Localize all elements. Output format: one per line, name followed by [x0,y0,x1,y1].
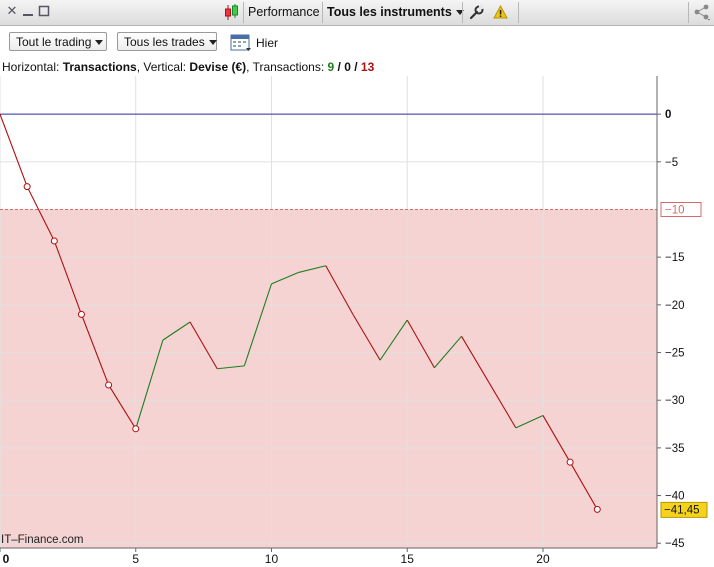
x-tick-label: 0 [3,552,10,566]
y-tick-label: −15 [665,252,685,264]
y-tick-label: −40 [665,491,685,503]
series-segment [0,113,28,187]
data-point [566,458,574,466]
data-point [105,381,113,389]
watermark: IT–Finance.com [1,534,84,546]
y-tick-label: −20 [665,300,685,312]
equity-chart: 0 −5 −15 −20 −25 −30 −35 −40 −45 −10 −41,45 0 5 10 15 2… [0,76,708,566]
data-point [50,237,58,245]
data-point [593,505,601,513]
data-point [132,425,140,433]
loss-zone [0,209,657,549]
x-tick-label: 20 [536,552,550,566]
y-tick-label: 0 [665,109,671,121]
data-point [23,183,31,191]
x-tick-label: 5 [132,552,139,566]
threshold-label: −10 [665,204,685,216]
y-tick-label: −30 [665,395,685,407]
y-tick-label: −35 [665,443,685,455]
x-tick-label: 15 [401,552,415,566]
x-tick-label: 10 [265,552,279,566]
data-point [77,310,85,318]
y-tick-label: −45 [665,538,685,550]
y-tick-label: −25 [665,348,685,360]
current-value-label: −41,45 [664,504,700,516]
y-tick-label: −5 [665,157,678,169]
